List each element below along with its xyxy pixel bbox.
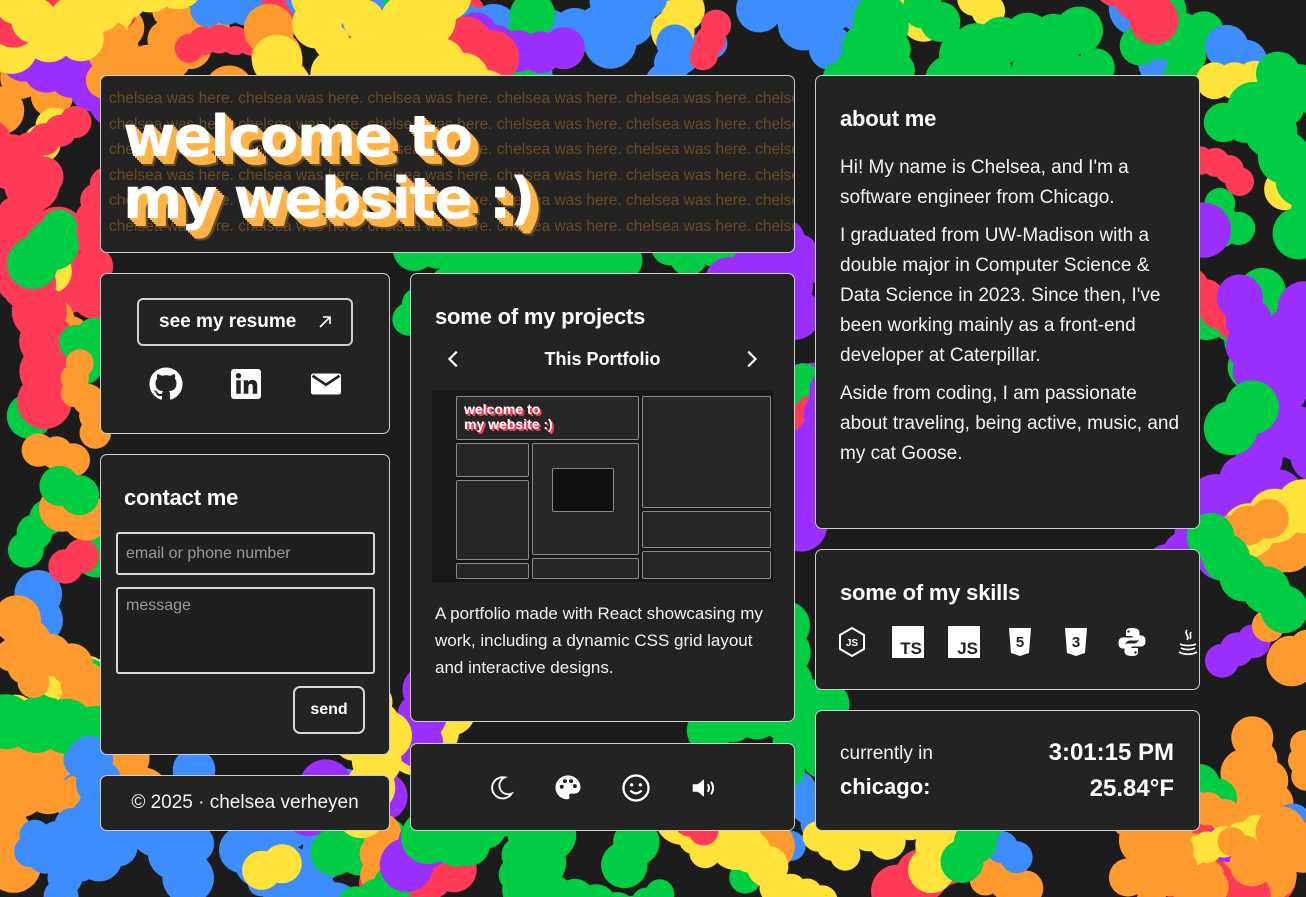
css3-icon: 3 [1065,628,1087,656]
paint-dot [7,532,44,568]
current-time: 3:01:15 PM [1048,739,1174,766]
weather-card: currently in chicago: 3:01:15 PM 25.84°F [815,710,1200,831]
paint-dot [1225,380,1279,435]
welcome-card: chelsea was here. chelsea was here. chel… [100,75,795,253]
about-paragraph-2: I graduated from UW-Madison with a doubl… [840,225,1161,366]
skills-card: some of my skills JS TS JS 5 3 [815,549,1200,690]
about-card: about me Hi! My name is Chelsea, and I'm… [815,75,1200,529]
about-paragraph-3: Aside from coding, I am passionate about… [840,383,1180,464]
github-icon[interactable] [148,366,184,402]
paint-dot [1204,24,1249,69]
paint-dot [65,349,94,378]
nodejs-icon: JS [839,626,865,658]
external-link-icon [319,316,331,328]
project-name: This Portfolio [544,348,661,369]
projects-title: some of my projects [435,304,646,329]
paint-dot [601,841,648,889]
skills-title: some of my skills [840,580,1021,605]
message-field[interactable] [116,587,375,674]
svg-text:JS: JS [846,638,859,649]
java-icon [1178,629,1198,656]
paint-dot [50,643,93,686]
paint-dot [59,475,100,516]
email-field[interactable] [116,532,375,575]
paint-dot [262,844,302,884]
projects-card: some of my projects This Portfolio welco… [410,273,795,722]
paint-dot [1249,498,1289,539]
resume-button[interactable]: see my resume [137,298,353,346]
paint-dot [48,549,83,584]
paint-dot [313,23,350,60]
resume-button-label: see my resume [159,311,297,332]
contact-title: contact me [124,485,239,510]
typescript-icon: TS [892,626,924,658]
send-button[interactable]: send [293,686,365,734]
paint-dot [1216,274,1263,321]
project-carousel-nav: This Portfolio [443,344,762,374]
paint-dot [21,433,55,467]
project-preview-image[interactable]: welcome to my website :) [432,390,773,582]
svg-text:3: 3 [1072,634,1080,651]
current-temperature: 25.84°F [1089,775,1174,802]
mail-icon[interactable] [308,366,344,402]
page-title: welcome to my website :) [123,104,536,232]
about-paragraph-1: Hi! My name is Chelsea, and I'm a softwa… [840,157,1129,208]
paint-dot [1217,827,1247,857]
paint-dot [830,840,861,871]
copyright-text: © 2025 · chelsea verheyen [131,792,359,813]
footer-card: © 2025 · chelsea verheyen [100,775,390,831]
volume-icon[interactable] [689,773,719,803]
palette-icon[interactable] [553,773,583,803]
html5-icon: 5 [1009,628,1031,656]
paint-dot [736,0,783,33]
about-title: about me [840,106,937,131]
chevron-left-icon[interactable] [443,348,465,370]
location-label: currently in [840,743,933,764]
settings-card [410,743,795,831]
project-description: A portfolio made with React showcasing m… [435,604,763,677]
python-icon [1118,628,1146,656]
smiley-icon[interactable] [621,773,651,803]
paint-dot [310,828,358,876]
moon-icon[interactable] [486,773,516,803]
paint-dot [940,840,984,883]
contact-card: contact me send [100,454,390,755]
paint-dot [27,219,79,271]
linkedin-icon[interactable] [228,366,264,402]
links-card: see my resume [100,273,390,434]
javascript-icon: JS [948,626,980,658]
paint-dot [1260,585,1306,633]
chevron-right-icon[interactable] [740,348,762,370]
svg-text:5: 5 [1016,634,1024,651]
paint-dot [9,186,38,215]
city-name: chicago: [840,774,931,799]
